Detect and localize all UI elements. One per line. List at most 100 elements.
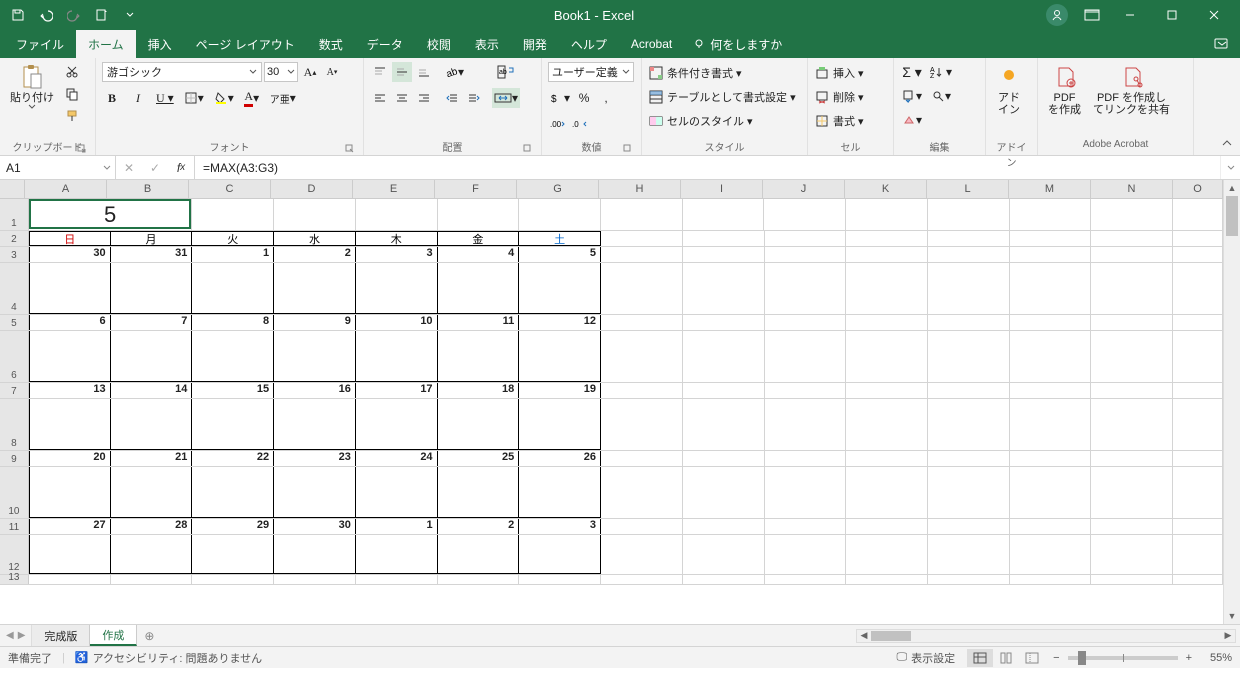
cell[interactable]: 1 [356, 519, 438, 534]
formula-input[interactable]: =MAX(A3:G3) [195, 156, 1220, 179]
cell[interactable] [519, 331, 601, 382]
col-header-G[interactable]: G [517, 180, 599, 198]
cell[interactable] [683, 315, 765, 330]
cell[interactable] [601, 199, 683, 230]
cell[interactable] [1091, 451, 1173, 466]
dialog-launcher-icon[interactable] [523, 144, 533, 154]
minimize-button[interactable] [1110, 0, 1150, 30]
cell[interactable] [519, 535, 601, 574]
cell[interactable] [274, 263, 356, 314]
page-layout-view-icon[interactable] [993, 649, 1019, 667]
cell[interactable] [1010, 451, 1092, 466]
cell[interactable] [111, 467, 193, 518]
cell[interactable] [1091, 383, 1173, 398]
col-header-O[interactable]: O [1173, 180, 1223, 198]
cell[interactable] [1173, 399, 1223, 450]
cell[interactable] [1173, 263, 1223, 314]
cut-icon[interactable] [62, 62, 82, 82]
cell[interactable] [1173, 467, 1223, 518]
tab-ページ レイアウト[interactable]: ページ レイアウト [184, 30, 307, 58]
accessibility-icon[interactable]: ♿ [75, 651, 89, 664]
cell[interactable]: 7 [111, 315, 193, 330]
cell[interactable] [1091, 199, 1173, 230]
cell[interactable] [438, 263, 520, 314]
cell[interactable]: 11 [438, 315, 520, 330]
cell[interactable]: 21 [111, 451, 193, 466]
cell[interactable]: 2 [438, 519, 520, 534]
add-sheet-button[interactable]: ⊕ [137, 625, 161, 646]
cancel-formula-icon[interactable]: ✕ [116, 161, 142, 175]
col-header-B[interactable]: B [107, 180, 189, 198]
cell[interactable] [356, 467, 438, 518]
cell[interactable]: 23 [274, 451, 356, 466]
ribbon-display-icon[interactable] [1076, 3, 1108, 27]
cell[interactable] [765, 383, 847, 398]
indent-decrease-icon[interactable] [442, 88, 462, 108]
cell[interactable] [601, 535, 683, 574]
cell[interactable]: 26 [519, 451, 601, 466]
tell-me-search[interactable]: 何をしますか [692, 30, 782, 58]
col-header-H[interactable]: H [599, 180, 681, 198]
cell[interactable] [1091, 331, 1173, 382]
cell[interactable] [683, 263, 765, 314]
cell[interactable]: 20 [29, 451, 111, 466]
cell[interactable] [1091, 263, 1173, 314]
cell[interactable]: 水 [274, 231, 356, 246]
cell[interactable] [356, 199, 438, 230]
cell[interactable] [111, 399, 193, 450]
cell[interactable] [846, 467, 928, 518]
cell[interactable] [356, 331, 438, 382]
cell[interactable]: 27 [29, 519, 111, 534]
paste-button[interactable]: 貼り付け [6, 62, 58, 111]
cell[interactable] [765, 331, 847, 382]
cell[interactable] [928, 331, 1010, 382]
cell[interactable] [438, 199, 520, 230]
cell[interactable] [519, 399, 601, 450]
cell[interactable] [765, 315, 847, 330]
cell[interactable] [846, 247, 928, 262]
comma-icon[interactable]: , [596, 88, 616, 108]
cell[interactable] [846, 231, 928, 246]
cell[interactable] [1010, 535, 1092, 574]
undo-icon[interactable] [34, 3, 58, 27]
cell[interactable] [1010, 575, 1092, 584]
cell[interactable] [683, 247, 765, 262]
sheet-tab[interactable]: 完成版 [32, 625, 90, 646]
cell[interactable] [1091, 247, 1173, 262]
cell[interactable] [274, 331, 356, 382]
indent-increase-icon[interactable] [464, 88, 484, 108]
cell[interactable] [1091, 535, 1173, 574]
cell[interactable] [1173, 519, 1223, 534]
cell[interactable] [928, 467, 1010, 518]
addin-button[interactable]: アド イン [992, 62, 1026, 118]
delete-cells-button[interactable]: 削除 ▾ [814, 86, 864, 108]
row-header[interactable]: 5 [0, 315, 29, 330]
cell[interactable] [928, 519, 1010, 534]
col-header-C[interactable]: C [189, 180, 271, 198]
cell[interactable]: 30 [274, 519, 356, 534]
close-button[interactable] [1194, 0, 1234, 30]
tab-数式[interactable]: 数式 [307, 30, 355, 58]
scroll-right-icon[interactable]: ▶ [1221, 630, 1235, 642]
tab-Acrobat[interactable]: Acrobat [619, 30, 684, 58]
row-header[interactable]: 6 [0, 331, 29, 382]
display-settings-label[interactable]: 表示設定 [911, 650, 955, 666]
cell[interactable] [1010, 231, 1092, 246]
cell[interactable] [683, 331, 765, 382]
dialog-launcher-icon[interactable] [77, 144, 87, 154]
cell[interactable] [192, 535, 274, 574]
align-middle-icon[interactable] [392, 62, 412, 82]
horizontal-scrollbar[interactable]: ◀ ▶ [856, 629, 1236, 643]
tab-校閲[interactable]: 校閲 [415, 30, 463, 58]
cell[interactable] [928, 399, 1010, 450]
enter-formula-icon[interactable]: ✓ [142, 161, 168, 175]
conditional-format-button[interactable]: 条件付き書式 ▾ [648, 62, 742, 84]
cell[interactable] [438, 399, 520, 450]
cell[interactable] [1091, 575, 1173, 584]
align-right-icon[interactable] [414, 88, 434, 108]
cell[interactable] [765, 247, 847, 262]
cell[interactable] [1173, 535, 1223, 574]
row-header[interactable]: 12 [0, 535, 29, 574]
grid-rows[interactable]: 152日月火水木金土330311234545678910111267131415… [0, 199, 1223, 585]
cell[interactable] [1010, 315, 1092, 330]
